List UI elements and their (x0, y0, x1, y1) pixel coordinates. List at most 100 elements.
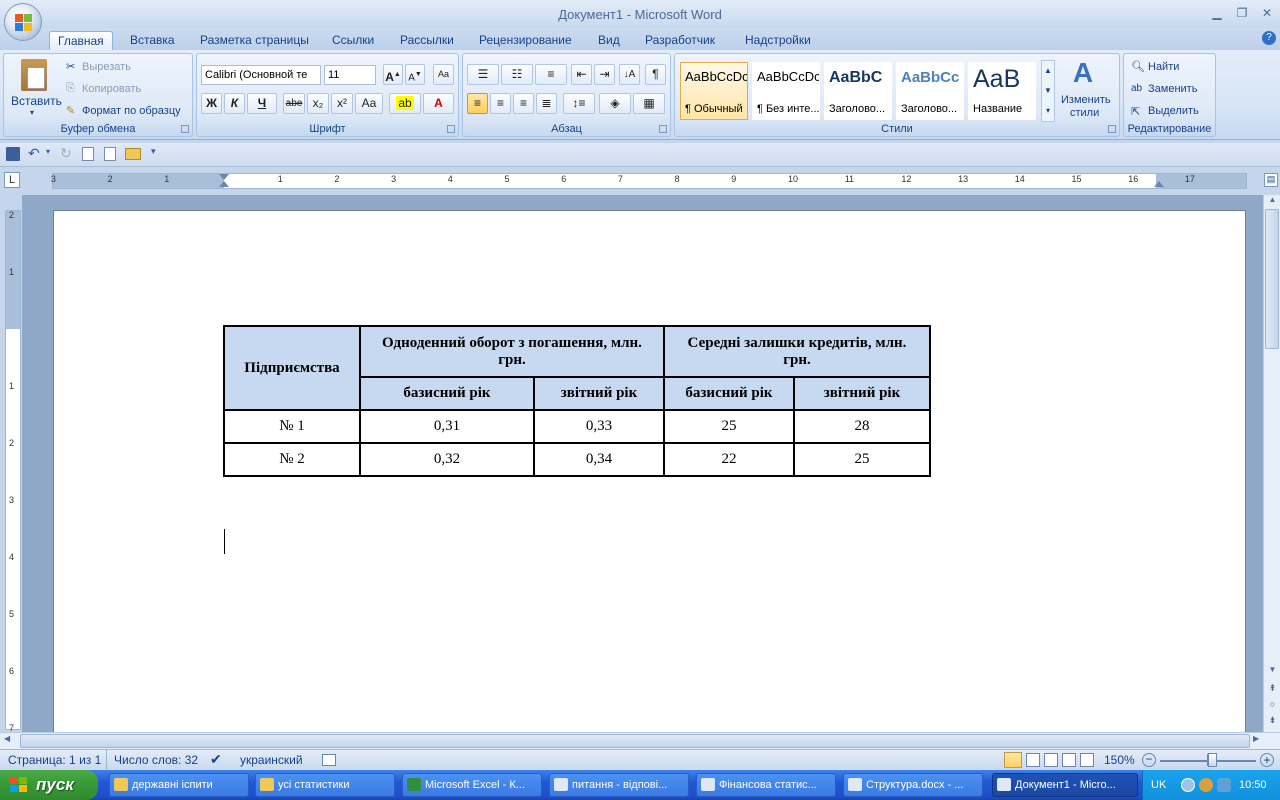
format-painter-button[interactable]: Формат по образцу (82, 105, 181, 117)
tab-page-layout[interactable]: Разметка страницы (192, 31, 317, 50)
style-heading-1[interactable]: AaBbC Заголово... (824, 62, 892, 120)
maximize-button[interactable]: ❐ (1231, 4, 1253, 22)
zoom-slider-thumb[interactable] (1208, 753, 1217, 767)
clipboard-launcher-icon[interactable] (181, 125, 189, 133)
outline-icon[interactable] (1062, 753, 1076, 767)
italic-button[interactable]: К (224, 93, 245, 114)
style-heading-2[interactable]: AaBbCc Заголово... (896, 62, 964, 120)
highlight-icon[interactable]: ab (389, 93, 421, 114)
copy-button[interactable]: Копировать (82, 83, 141, 95)
change-styles-icon[interactable]: A (1068, 58, 1098, 88)
align-center-icon[interactable]: ≡ (490, 93, 511, 114)
new-document-icon[interactable] (104, 147, 116, 161)
tab-home[interactable]: Главная (49, 31, 113, 50)
scroll-down-icon[interactable]: ▼ (1265, 665, 1280, 680)
change-styles-button[interactable]: Изменить (1061, 94, 1111, 106)
task-folder-statistics[interactable]: усі статистики (255, 773, 395, 797)
scroll-up-icon[interactable]: ▲ (1265, 195, 1280, 210)
scroll-right-icon[interactable]: ▶ (1253, 734, 1259, 743)
vertical-scrollbar[interactable]: ▲ ▼ ⇞ ○ ⇟ (1263, 195, 1280, 732)
font-launcher-icon[interactable] (447, 125, 455, 133)
font-name-combo[interactable]: Calibri (Основной те (201, 65, 321, 85)
bold-button[interactable]: Ж (201, 93, 222, 114)
change-styles-button-line2[interactable]: стили (1070, 107, 1099, 119)
tab-developer[interactable]: Разработчик (637, 31, 723, 50)
align-left-icon[interactable]: ≡ (467, 93, 488, 114)
page-count[interactable]: Страница: 1 из 1 (8, 753, 101, 767)
shading-icon[interactable]: ◈ (599, 93, 631, 114)
replace-button[interactable]: Заменить (1148, 83, 1197, 95)
word-count[interactable]: Число слов: 32 (114, 753, 198, 767)
draft-icon[interactable] (1080, 753, 1094, 767)
line-spacing-icon[interactable]: ↕≡ (563, 93, 595, 114)
style-no-spacing[interactable]: AaBbCcDc ¶ Без инте... (752, 62, 820, 120)
style-title[interactable]: AaB Название (968, 62, 1036, 120)
borders-icon[interactable]: ▦ (633, 93, 665, 114)
document-page[interactable]: Підприємства Одноденний оборот з погашен… (53, 210, 1246, 732)
change-case-button[interactable]: Aa (355, 93, 383, 114)
zoom-level[interactable]: 150% (1104, 753, 1135, 767)
tab-insert[interactable]: Вставка (122, 31, 183, 50)
full-screen-icon[interactable] (1026, 753, 1040, 767)
tab-selector-icon[interactable]: L (4, 172, 20, 188)
save-icon[interactable] (6, 147, 20, 161)
open-folder-icon[interactable] (125, 148, 141, 160)
paste-dropdown-icon[interactable]: ▾ (30, 108, 34, 117)
language-indicator[interactable]: UK (1151, 770, 1166, 800)
print-preview-icon[interactable] (82, 147, 94, 161)
superscript-button[interactable]: x² (331, 93, 353, 114)
justify-icon[interactable]: ≣ (536, 93, 557, 114)
shrink-font-icon[interactable]: A▼ (405, 64, 425, 85)
tab-view[interactable]: Вид (590, 31, 628, 50)
vertical-ruler[interactable]: 211234567 (5, 210, 21, 733)
customize-qat-icon[interactable]: ▾ (151, 146, 156, 157)
redo-icon[interactable]: ↻ (60, 145, 72, 162)
increase-indent-icon[interactable]: ⇥ (594, 64, 615, 85)
help-icon[interactable]: ? (1262, 31, 1276, 45)
select-button[interactable]: Выделить (1148, 105, 1199, 117)
numbering-icon[interactable]: ☷ (501, 64, 533, 85)
task-word-structure[interactable]: Структура.docx - ... (843, 773, 983, 797)
tray-arrow-icon[interactable] (1181, 778, 1195, 792)
grow-font-icon[interactable]: A▲ (383, 64, 403, 85)
task-excel[interactable]: Microsoft Excel - К... (402, 773, 542, 797)
print-layout-icon[interactable] (1004, 752, 1022, 768)
underline-button[interactable]: Ч (247, 93, 277, 114)
show-marks-button[interactable]: ¶ (645, 64, 666, 85)
web-layout-icon[interactable] (1044, 753, 1058, 767)
clear-format-icon[interactable]: Aa (433, 64, 454, 85)
tab-references[interactable]: Ссылки (324, 31, 382, 50)
styles-scroll-icon[interactable]: ▲ ▼ ▾ (1041, 60, 1055, 122)
font-size-combo[interactable]: 11 (324, 65, 376, 85)
hscroll-thumb[interactable] (20, 734, 1250, 748)
undo-icon[interactable]: ↶ (28, 145, 40, 162)
paste-button[interactable]: Вставить (11, 94, 62, 108)
tab-mailings[interactable]: Рассылки (392, 31, 462, 50)
bullets-icon[interactable]: ☰ (467, 64, 499, 85)
right-indent-icon[interactable] (1154, 181, 1164, 187)
view-ruler-icon[interactable]: ▤ (1264, 173, 1278, 187)
font-color-icon[interactable]: A (423, 93, 454, 114)
horizontal-ruler[interactable]: 3 2 1 1 2 3 4 5 6 7 8 9 10 11 12 13 14 15 16 17 (51, 173, 1247, 189)
scroll-left-icon[interactable]: ◀ (4, 734, 10, 743)
network-icon[interactable] (1199, 778, 1213, 792)
find-button[interactable]: Найти (1148, 61, 1179, 73)
next-page-icon[interactable]: ⇟ (1265, 715, 1280, 726)
cut-button[interactable]: Вырезать (82, 61, 131, 73)
paragraph-launcher-icon[interactable] (659, 125, 667, 133)
strikethrough-button[interactable]: abe (283, 93, 305, 114)
styles-launcher-icon[interactable] (1108, 125, 1116, 133)
align-right-icon[interactable]: ≡ (513, 93, 534, 114)
task-word-questions[interactable]: питання - відпові... (549, 773, 689, 797)
paste-icon[interactable] (21, 59, 47, 91)
office-button[interactable] (4, 3, 42, 41)
start-button[interactable]: пуск (0, 770, 98, 800)
first-line-indent-icon[interactable] (219, 174, 229, 180)
language[interactable]: украинский (240, 753, 303, 767)
prev-page-icon[interactable]: ⇞ (1265, 683, 1280, 694)
sort-icon[interactable]: ↓A (619, 64, 640, 85)
tab-addins[interactable]: Надстройки (737, 31, 819, 50)
multilevel-list-icon[interactable]: ≡ (535, 64, 567, 85)
task-folder-exams[interactable]: державні іспити (109, 773, 249, 797)
proofing-icon[interactable]: ✔ (210, 751, 222, 768)
